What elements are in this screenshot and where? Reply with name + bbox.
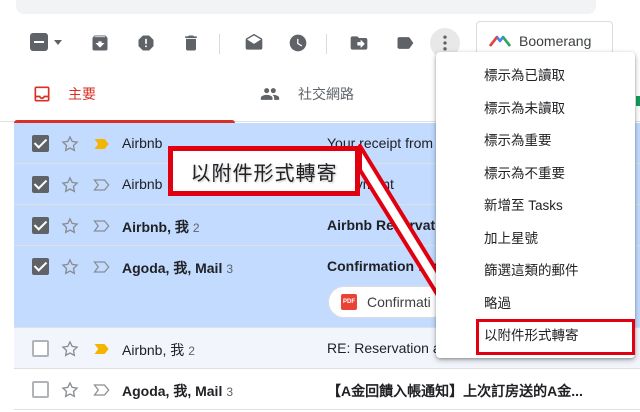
promotions-tab-edge[interactable]	[636, 96, 640, 106]
boomerang-logo-icon	[489, 35, 511, 47]
important-marker-icon[interactable]	[92, 339, 112, 359]
email-sender: Airbnb	[122, 176, 163, 192]
star-icon[interactable]	[60, 380, 80, 400]
snooze-icon[interactable]	[283, 28, 313, 58]
row-checkbox[interactable]	[32, 381, 49, 398]
email-sender: Airbnb	[122, 135, 163, 151]
email-sender: Agoda, 我, Mail 3	[122, 383, 234, 399]
report-spam-icon[interactable]	[131, 28, 161, 58]
mark-read-icon[interactable]	[239, 28, 269, 58]
thread-count: 3	[226, 385, 234, 399]
move-to-icon[interactable]	[344, 28, 374, 58]
email-sender: Airbnb, 我2	[122, 342, 195, 358]
important-marker-icon[interactable]	[92, 257, 112, 277]
email-subject: Confirmation for	[327, 258, 437, 274]
star-icon[interactable]	[60, 339, 80, 359]
search-bar-area	[0, 0, 640, 22]
star-icon[interactable]	[60, 134, 80, 154]
divider	[326, 34, 327, 54]
important-marker-icon[interactable]	[92, 134, 112, 154]
menu-item-mark-important[interactable]: 標示為重要	[436, 123, 635, 156]
tab-social-label: 社交網路	[298, 86, 354, 102]
inbox-icon	[32, 84, 52, 104]
annotation-callout: 以附件形式轉寄	[168, 146, 360, 196]
row-checkbox[interactable]	[32, 135, 49, 152]
important-marker-icon[interactable]	[92, 380, 112, 400]
attachment-name: Confirmati	[367, 294, 431, 310]
people-icon	[260, 84, 280, 104]
important-marker-icon[interactable]	[92, 216, 112, 236]
email-subject: Airbnb Reservatio	[327, 217, 448, 233]
search-bar[interactable]	[16, 0, 596, 14]
row-checkbox[interactable]	[32, 340, 49, 357]
tab-primary[interactable]: 主要	[14, 66, 235, 123]
menu-item-mark-unread[interactable]: 標示為未讀取	[436, 91, 635, 124]
row-checkbox[interactable]	[32, 217, 49, 234]
row-checkbox[interactable]	[32, 258, 49, 275]
row-checkbox[interactable]	[32, 176, 49, 193]
menu-item-mark-read[interactable]: 標示為已讀取	[436, 58, 635, 91]
label-icon[interactable]	[390, 28, 420, 58]
chevron-down-icon[interactable]	[54, 40, 62, 45]
tab-social[interactable]: 社交網路	[258, 66, 354, 122]
menu-item-mute[interactable]: 略過	[436, 286, 635, 319]
email-sender: Airbnb, 我2	[122, 219, 200, 235]
email-subject: 【A金回饋入帳通知】上次訂房送的A金...	[327, 383, 583, 399]
star-icon[interactable]	[60, 216, 80, 236]
thread-count: 3	[226, 262, 234, 276]
menu-item-add-to-tasks[interactable]: 新增至 Tasks	[436, 188, 635, 221]
menu-item-mark-not-important[interactable]: 標示為不重要	[436, 156, 635, 189]
star-icon[interactable]	[60, 257, 80, 277]
select-all-checkbox[interactable]	[30, 33, 48, 51]
important-marker-icon[interactable]	[92, 175, 112, 195]
email-subject: RE: Reservation a	[327, 340, 441, 356]
star-icon[interactable]	[60, 175, 80, 195]
more-actions-menu: 標示為已讀取 標示為未讀取 標示為重要 標示為不重要 新增至 Tasks 加上星…	[436, 52, 635, 358]
divider	[219, 34, 220, 54]
archive-icon[interactable]	[85, 28, 115, 58]
tab-primary-label: 主要	[68, 86, 96, 102]
menu-item-label: 以附件形式轉寄	[484, 328, 579, 344]
menu-item-add-star[interactable]: 加上星號	[436, 221, 635, 254]
menu-item-forward-as-attachment[interactable]: 以附件形式轉寄	[436, 318, 635, 355]
attachment-chip[interactable]: PDF Confirmati	[328, 286, 448, 318]
boomerang-label: Boomerang	[519, 33, 592, 49]
thread-count: 2	[192, 221, 200, 235]
pdf-icon: PDF	[341, 294, 357, 310]
menu-item-filter-similar[interactable]: 篩選這類的郵件	[436, 253, 635, 286]
email-row[interactable]: Agoda, 我, Mail 3 【A金回饋入帳通知】上次訂房送的A金...	[14, 369, 640, 410]
email-sender: Agoda, 我, Mail 3	[122, 260, 234, 276]
delete-icon[interactable]	[176, 28, 206, 58]
thread-count: 2	[188, 344, 195, 358]
